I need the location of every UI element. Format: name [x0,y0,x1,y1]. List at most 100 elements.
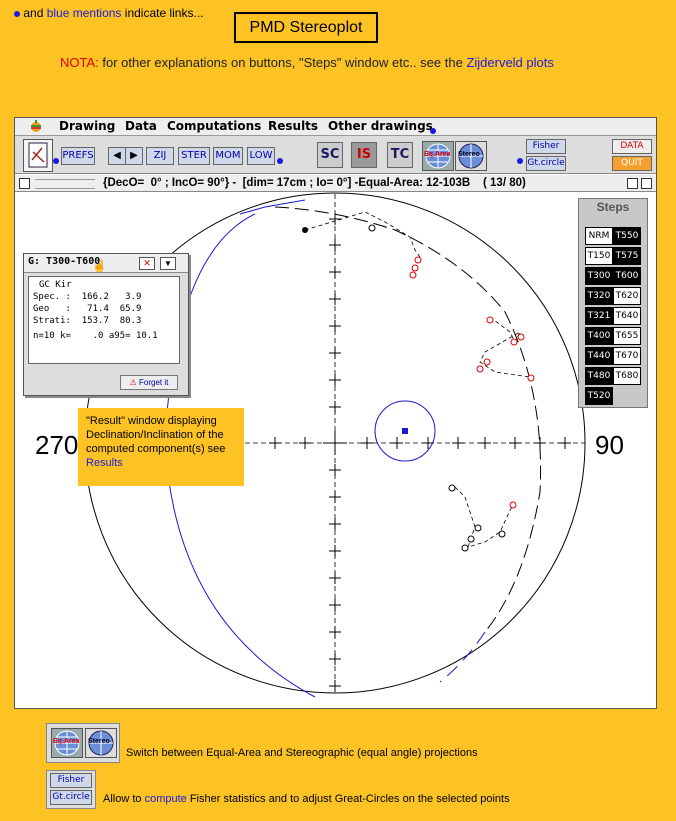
link-bullet-icon [53,152,59,170]
warning-icon: ⚠ [129,378,137,387]
axis-ticks [269,213,571,692]
ster-button[interactable]: STER [178,147,210,165]
step-t670[interactable]: T670 [613,347,641,365]
result-content: GC Kir Spec. : 166.2 3.9 Geo : 71.4 65.9… [28,276,180,364]
step-t400[interactable]: T400 [585,327,613,345]
apple-menu-icon[interactable] [29,119,43,136]
demag-path-lower [454,486,514,548]
menu-data[interactable]: Data [125,119,157,133]
menu-other-drawings[interactable]: Other drawings [328,119,433,133]
results-link[interactable]: Results [86,457,123,469]
result-row-geo: Geo : 71.4 65.9 [33,304,142,314]
prefs-button[interactable]: PREFS [61,147,95,165]
forget-label: Forget it [139,378,169,387]
mean-direction-marker [402,428,408,434]
result-stats: n=10 k= .0 a95= 10.1 [33,331,158,341]
step-t150[interactable]: T150 [585,247,613,265]
next-arrow-button[interactable]: ▶ [125,147,143,165]
step-t300[interactable]: T300 [585,267,613,285]
window-title-bar: {DecO= 0° ; IncO= 90°} - [dim= 17cm ; Io… [15,175,656,192]
great-circle-top [239,199,306,215]
gtcircle-button[interactable]: Gt.circle [50,790,92,805]
step-t550[interactable]: T550 [613,227,641,245]
step-t440[interactable]: T440 [585,347,613,365]
menu-computations[interactable]: Computations [167,119,261,133]
step-t655[interactable]: T655 [613,327,641,345]
page-title: PMD Stereoplot [234,12,378,43]
low-button[interactable]: LOW [247,147,275,165]
link-bullet-icon [430,123,436,137]
callout-text: "Result" window displaying Declination/I… [86,415,226,455]
result-window: G: T300-T600 ✕ ▼ ☝ GC Kir Spec. : 166.2 … [23,253,189,396]
step-nrm[interactable]: NRM [585,227,613,245]
data-point [368,224,376,232]
step-t640[interactable]: T640 [613,307,641,325]
result-row-spec: Spec. : 166.2 3.9 [33,292,142,302]
quit-button[interactable]: QUIT [612,156,652,171]
step-t620[interactable]: T620 [613,287,641,305]
toolbar: PREFS ◀ ▶ ZIJ STER MOM LOW SC IS TC Eq.A… [15,136,656,174]
eqarea-button[interactable]: Eq.Area [51,728,83,758]
window-title: {DecO= 0° ; IncO= 90°} - [dim= 17cm ; Io… [103,177,526,189]
fisher-text-post: Fisher statistics and to adjust Great-Ci… [186,793,510,805]
forget-it-button[interactable]: ⚠ Forget it [120,375,178,390]
fisher-buttons: Fisher Gt.circle [46,770,96,809]
stereo-label: Stereo [458,151,480,158]
zij-button[interactable]: ZIJ [146,147,174,165]
axis-label-west: 270 [35,430,78,460]
menu-results[interactable]: Results [268,119,318,133]
eqarea-button[interactable]: Eq.Area [422,141,454,171]
pointer-hand-icon: ☝ [92,259,107,273]
steps-title: Steps [596,200,630,214]
result-title-bar: G: T300-T600 ✕ ▼ ☝ [24,254,188,273]
nota-line: NOTA: for other explanations on buttons,… [60,55,554,70]
step-t575[interactable]: T575 [613,247,641,265]
stereo-button[interactable]: Stereo [455,141,487,171]
eqarea-label: Eq.Area [424,151,451,158]
demag-path-middle [479,316,531,378]
demag-path-upper [304,211,421,258]
note-text: and [23,6,44,20]
data-button[interactable]: DATA [612,139,652,154]
gtcircle-button[interactable]: Gt.circle [526,156,566,171]
close-box-icon[interactable] [19,178,30,189]
step-t680[interactable]: T680 [613,367,641,385]
result-row-strati: Strati: 153.7 80.3 [33,316,142,326]
result-type: GC Kir [39,280,72,290]
document-icon[interactable] [23,139,53,172]
stereo-label: Stereo [88,738,110,745]
note-text-rest: indicate links... [124,6,204,20]
zoom-box-icon[interactable] [627,178,638,189]
step-t600[interactable]: T600 [613,267,641,285]
prev-arrow-button[interactable]: ◀ [108,147,126,165]
projection-buttons: Eq.Area Stereo [46,723,120,763]
zijderveld-link[interactable]: Zijderveld plots [466,55,553,70]
chevron-down-icon[interactable]: ▼ [160,257,176,270]
data-point-filled [302,227,308,233]
is-button[interactable]: IS [351,142,377,168]
result-callout: "Result" window displaying Declination/I… [78,408,244,486]
collapse-box-icon[interactable] [641,178,652,189]
compute-link[interactable]: compute [145,793,187,805]
nota-text: for other explanations on buttons, "Step… [98,55,467,70]
stereo-button[interactable]: Stereo [85,728,117,758]
data-points-red [409,256,535,509]
tc-button[interactable]: TC [387,142,413,168]
menu-drawing[interactable]: Drawing [59,119,115,133]
eqarea-label: Eq.Area [53,738,80,745]
fisher-button[interactable]: Fisher [526,139,566,154]
mom-button[interactable]: MOM [213,147,243,165]
blue-mention: blue mentions [46,6,122,20]
result-title: G: T300-T600 [28,256,101,267]
steps-window: Steps NRM T150 T300 T320 T321 T400 T440 T480 T52… [578,198,648,408]
close-icon[interactable]: ✕ [139,257,155,270]
step-t320[interactable]: T320 [585,287,613,305]
great-circle-bottom [439,631,486,683]
menu-bar: Drawing Data Computations Results Other … [15,118,656,136]
sc-button[interactable]: SC [317,142,343,168]
step-t520[interactable]: T520 [585,387,613,405]
great-circle-dashed [274,206,542,633]
fisher-button[interactable]: Fisher [50,773,92,788]
step-t321[interactable]: T321 [585,307,613,325]
step-t480[interactable]: T480 [585,367,613,385]
